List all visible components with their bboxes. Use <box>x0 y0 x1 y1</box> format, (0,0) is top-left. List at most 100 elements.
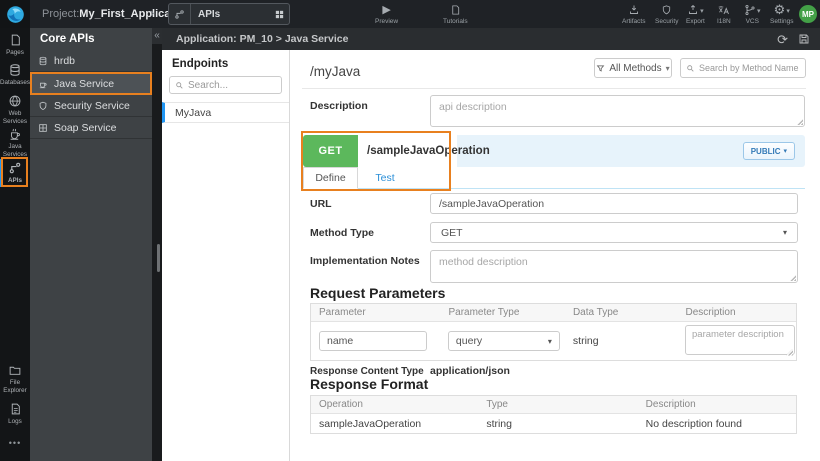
request-parameters-heading: Request Parameters <box>310 285 446 301</box>
endpoint-item-myjava[interactable]: MyJava <box>162 102 289 123</box>
i18n-button[interactable]: I18N <box>717 3 731 25</box>
column-header: Data Type <box>572 307 619 318</box>
sidebar-item-apis[interactable]: APIs <box>0 159 30 187</box>
core-apis-title: Core APIs <box>40 33 95 45</box>
page-title: /myJava <box>310 64 361 79</box>
download-icon <box>628 3 640 16</box>
globe-icon <box>8 94 22 108</box>
grid-icon <box>38 123 48 133</box>
chevron-right-icon: › <box>150 5 155 20</box>
chevron-down-icon: ▾ <box>786 8 790 15</box>
tab-define[interactable]: Define <box>303 167 358 189</box>
parameter-name-input[interactable] <box>319 331 427 351</box>
sidebar-item-file-explorer[interactable]: File Explorer <box>0 364 30 395</box>
tutorials-button[interactable]: Tutorials <box>443 3 468 25</box>
preview-label: Preview <box>375 18 399 25</box>
left-sidebar: Pages Databases Web Services Java Servic… <box>0 28 30 461</box>
core-apis-item-soap-service[interactable]: Soap Service <box>30 117 152 139</box>
chevron-down-icon: ▾ <box>783 148 787 155</box>
column-header: Type <box>486 399 508 410</box>
visibility-label: PUBLIC <box>750 146 781 156</box>
chevron-down-icon: ▾ <box>665 63 670 73</box>
http-verb-badge: GET <box>303 135 358 167</box>
vcs-button[interactable]: ▾ VCS <box>744 3 761 25</box>
response-format-table: Operation Type Description sampleJavaOpe… <box>310 395 797 434</box>
tab-apis-label: APIs <box>198 8 221 20</box>
play-icon: ▶ <box>382 4 391 16</box>
header-divider <box>302 88 806 89</box>
settings-label: Settings <box>770 18 794 25</box>
table-row: query ▾ string <box>311 322 796 360</box>
artifacts-button[interactable]: Artifacts <box>622 3 645 25</box>
shield-icon <box>38 101 48 111</box>
top-bar: Project: My_First_Application › APIs ▶ P… <box>0 0 820 28</box>
endpoints-search-input[interactable] <box>188 79 276 91</box>
data-type-value: string <box>572 335 599 347</box>
endpoints-title: Endpoints <box>172 58 229 70</box>
export-button[interactable]: ▾ Export <box>686 3 705 25</box>
method-filter-label: All Methods <box>609 62 662 74</box>
tab-apis[interactable]: APIs <box>168 3 290 25</box>
wavemaker-logo-icon <box>6 5 24 23</box>
api-node-icon <box>169 4 191 24</box>
table-row: sampleJavaOperation string No descriptio… <box>311 414 796 433</box>
chevron-down-icon: ▾ <box>700 8 704 15</box>
export-label: Export <box>686 18 705 25</box>
branch-icon <box>744 3 756 16</box>
coffee-cup-icon <box>8 127 22 141</box>
user-avatar[interactable]: MP <box>799 5 817 23</box>
document-icon <box>450 3 461 16</box>
endpoints-search[interactable] <box>169 76 282 94</box>
project-label: Project: <box>42 8 80 20</box>
core-apis-item-hrdb[interactable]: hrdb <box>30 50 152 72</box>
wavemaker-logo[interactable] <box>0 0 30 28</box>
method-type-select[interactable]: GET ▾ <box>430 222 798 243</box>
sidebar-item-databases[interactable]: Databases <box>0 63 30 87</box>
core-apis-item-label: Security Service <box>54 99 130 112</box>
filter-funnel-icon <box>596 64 605 73</box>
parameter-type-select[interactable]: query ▾ <box>447 331 560 351</box>
collapse-panel-icon[interactable]: « <box>152 28 162 44</box>
application-breadcrumb-bar: Application: PM_10 > Java Service ⟳ <box>162 28 820 50</box>
method-path[interactable]: /sampleJavaOperation <box>358 135 490 167</box>
parameter-description-textarea[interactable] <box>685 324 795 355</box>
chevron-down-icon: ▾ <box>782 228 787 237</box>
tutorials-label: Tutorials <box>443 18 468 25</box>
description-textarea[interactable] <box>430 95 805 127</box>
description-value: No description found <box>645 417 742 430</box>
refresh-icon[interactable]: ⟳ <box>777 33 788 46</box>
core-apis-item-security-service[interactable]: Security Service <box>30 95 152 117</box>
grid-icon[interactable] <box>269 9 289 20</box>
description-label: Description <box>310 100 368 112</box>
tab-test[interactable]: Test <box>365 167 405 189</box>
method-filter-dropdown[interactable]: All Methods ▾ <box>594 58 672 78</box>
endpoints-panel: Endpoints MyJava <box>162 50 290 461</box>
implementation-notes-textarea[interactable] <box>430 250 798 283</box>
security-button[interactable]: Security <box>655 3 678 25</box>
preview-button[interactable]: ▶ Preview <box>375 3 398 25</box>
scrollbar-thumb[interactable] <box>157 244 160 272</box>
log-file-icon <box>9 402 22 416</box>
method-search[interactable] <box>680 58 806 78</box>
coffee-cup-icon <box>38 79 48 89</box>
method-header-bar[interactable]: GET /sampleJavaOperation PUBLIC ▾ <box>303 135 805 167</box>
sidebar-item-java-services[interactable]: Java Services <box>0 127 30 159</box>
sidebar-item-web-services[interactable]: Web Services <box>0 94 30 126</box>
visibility-dropdown[interactable]: PUBLIC ▾ <box>742 142 795 160</box>
gear-icon: ⚙ <box>773 2 786 17</box>
url-input[interactable] <box>430 193 798 214</box>
method-search-input[interactable] <box>699 63 800 73</box>
chevron-down-icon: ▾ <box>757 8 761 15</box>
i18n-label: I18N <box>717 18 731 25</box>
sidebar-item-logs[interactable]: Logs <box>0 402 30 426</box>
core-apis-panel: Core APIs hrdb Java Service Security Ser… <box>30 28 152 461</box>
table-header-row: Operation Type Description <box>311 396 796 414</box>
save-icon[interactable] <box>798 33 810 45</box>
translate-icon <box>717 3 730 16</box>
sidebar-item-pages[interactable]: Pages <box>0 33 30 57</box>
settings-button[interactable]: ⚙ ▾ Settings <box>770 3 794 25</box>
core-apis-item-java-service[interactable]: Java Service <box>30 72 152 95</box>
database-icon <box>38 56 48 66</box>
more-options-icon[interactable]: ••• <box>0 438 30 448</box>
vcs-label: VCS <box>745 18 759 25</box>
